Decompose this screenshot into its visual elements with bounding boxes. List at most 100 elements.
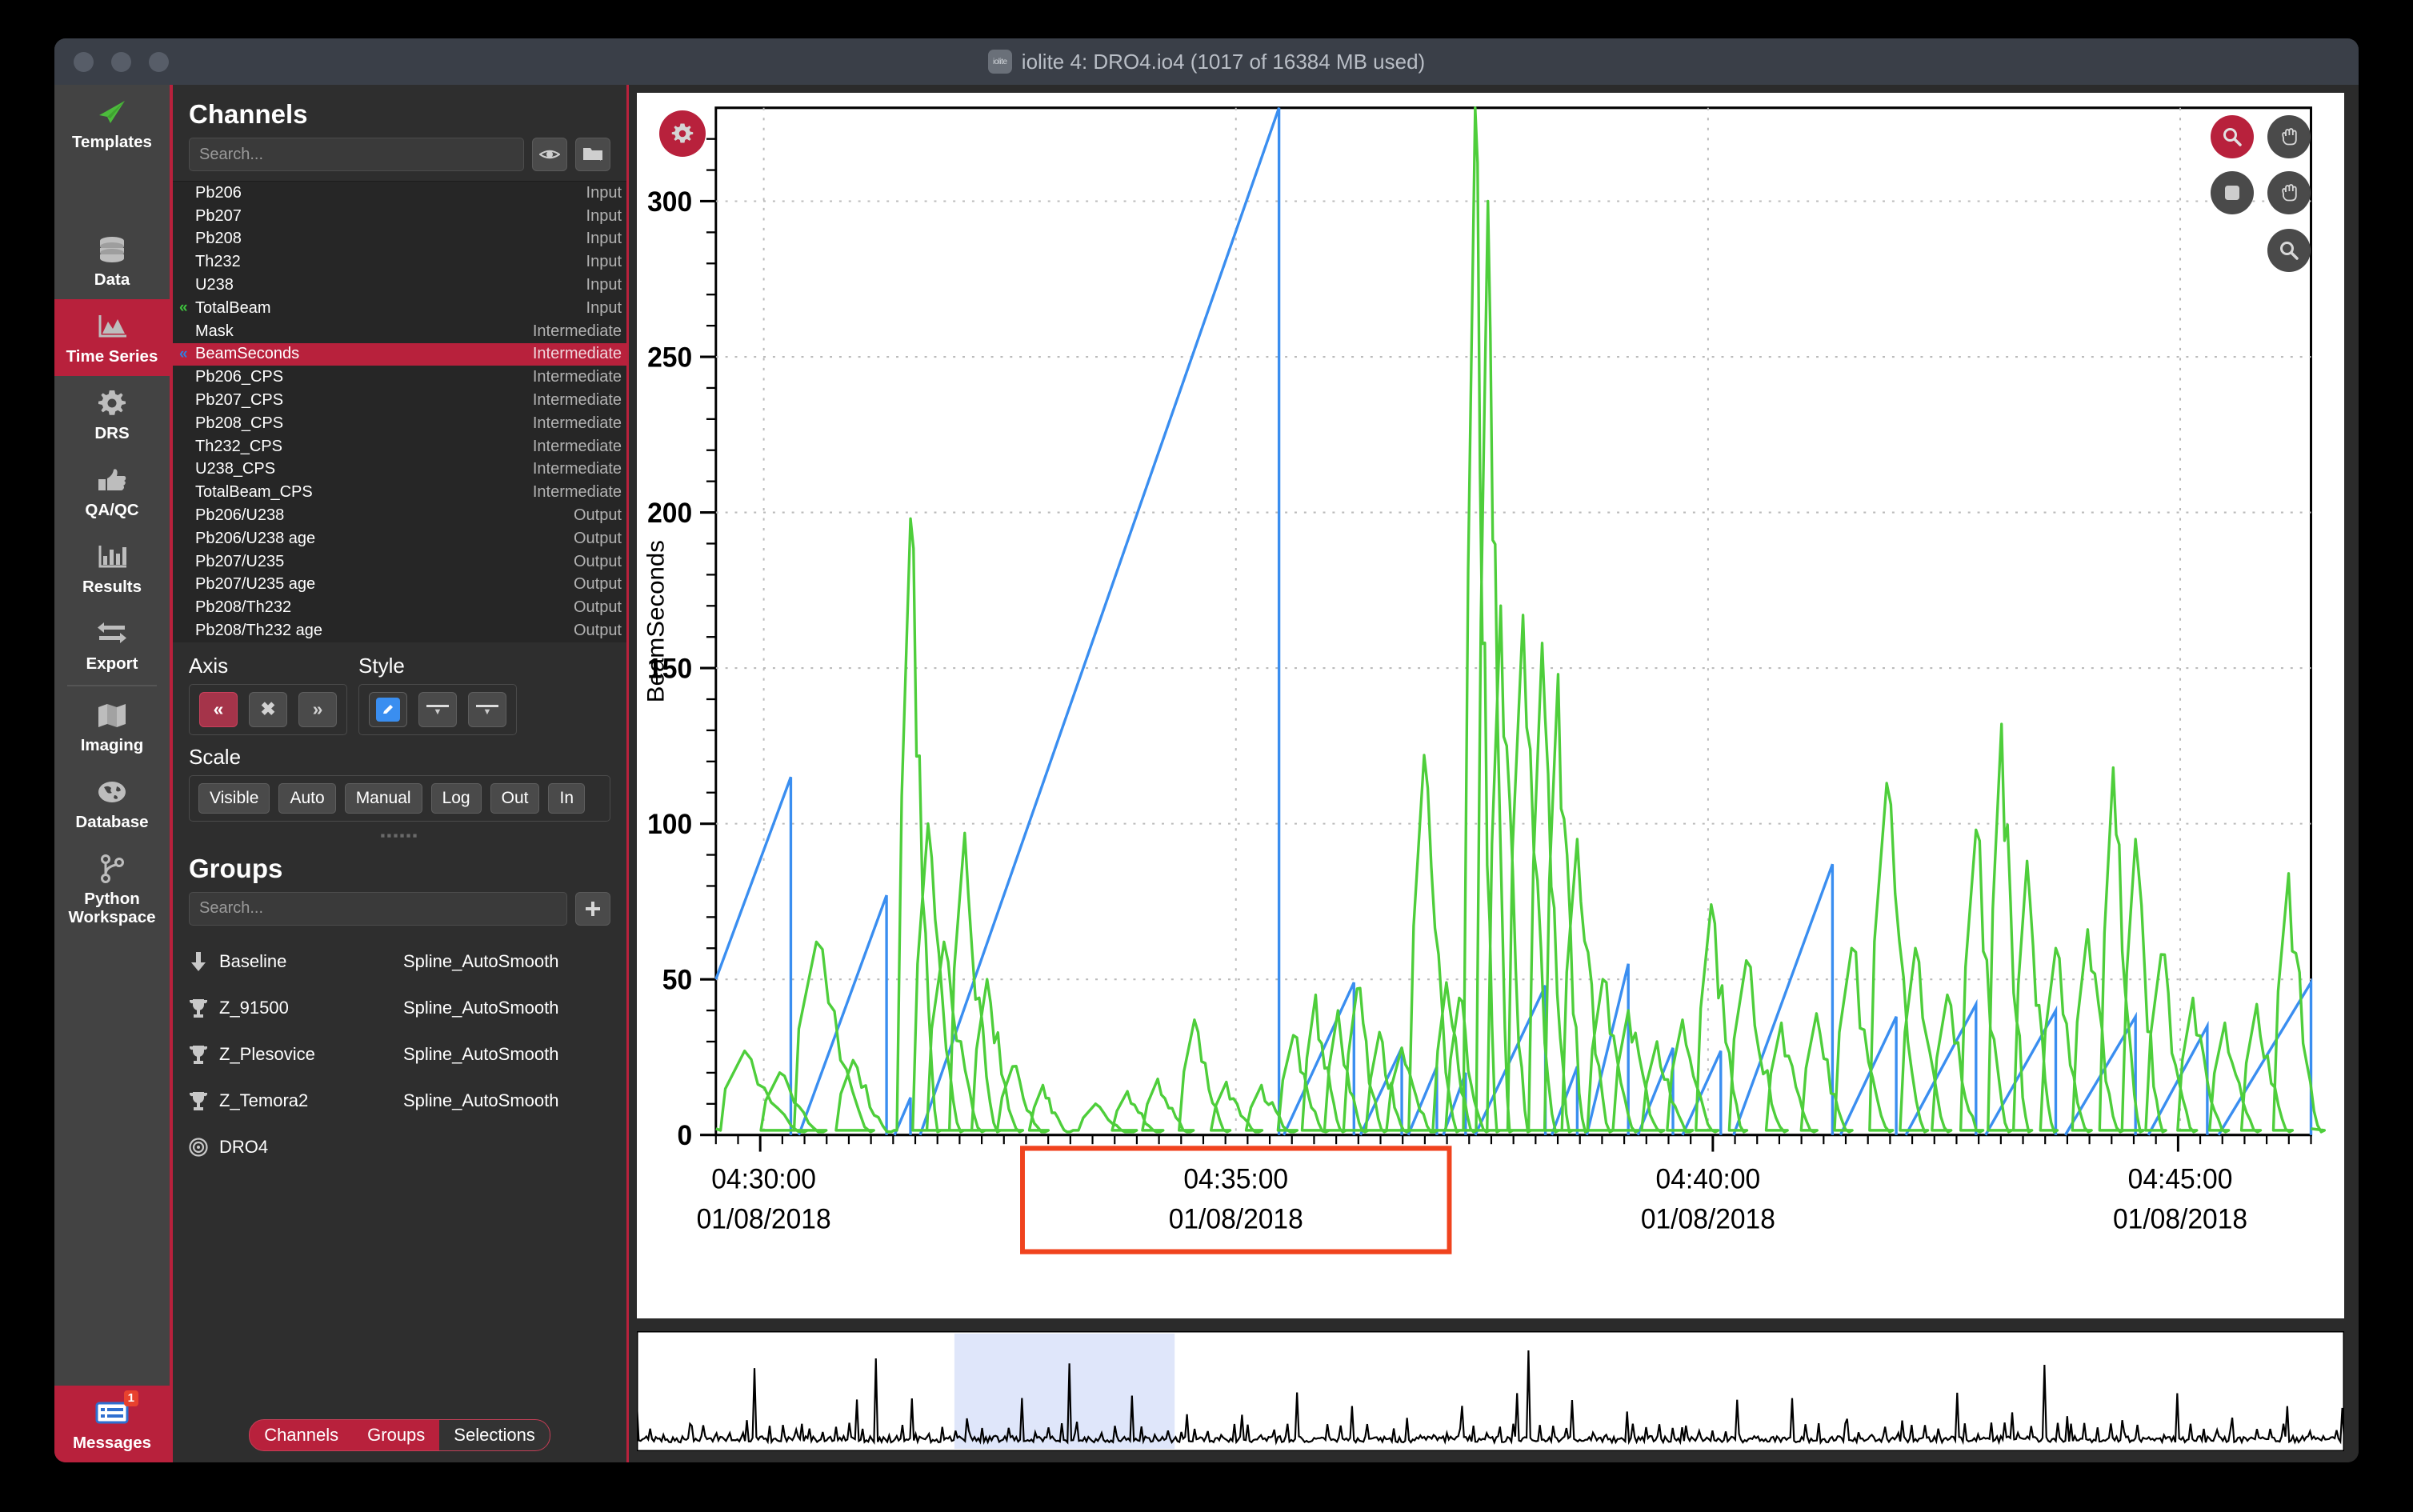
- channel-row[interactable]: Pb207/U235 age Output: [173, 574, 626, 597]
- sidebar-item-export[interactable]: Export: [54, 606, 170, 683]
- sidebar-item-templates[interactable]: Templates: [54, 85, 170, 162]
- message-count-badge: 1: [123, 1390, 138, 1407]
- plus-icon[interactable]: [575, 891, 610, 926]
- group-row[interactable]: Baseline Spline_AutoSmooth: [173, 938, 626, 985]
- group-row[interactable]: Z_Plesovice Spline_AutoSmooth: [173, 1031, 626, 1078]
- channel-row[interactable]: Pb206/U238 age Output: [173, 527, 626, 550]
- channel-name: Pb207: [195, 206, 242, 225]
- channel-visibility-marker: «: [179, 299, 188, 317]
- svg-text:BeamSeconds: BeamSeconds: [642, 540, 669, 702]
- eye-icon[interactable]: [532, 138, 567, 171]
- title-bar: iolite iolite 4: DRO4.io4 (1017 of 16384…: [54, 38, 2359, 85]
- channel-row[interactable]: Pb208/Th232 Output: [173, 596, 626, 619]
- pan-x-button[interactable]: [2267, 115, 2311, 158]
- channel-row[interactable]: Th232 Input: [173, 250, 626, 274]
- group-row[interactable]: Z_91500 Spline_AutoSmooth: [173, 985, 626, 1031]
- maximize-button[interactable]: [149, 51, 169, 72]
- tab-groups[interactable]: Groups: [353, 1420, 439, 1450]
- close-button[interactable]: [74, 51, 94, 72]
- channels-search-input[interactable]: [189, 138, 524, 171]
- groups-list[interactable]: Baseline Spline_AutoSmooth Z_91500 Spline_A…: [173, 935, 626, 1170]
- channel-row[interactable]: U238_CPS Intermediate: [173, 458, 626, 482]
- scale-manual-button[interactable]: Manual: [344, 782, 422, 814]
- sidebar-label: Results: [82, 577, 142, 596]
- channel-row[interactable]: TotalBeam_CPS Intermediate: [173, 481, 626, 504]
- channel-row[interactable]: Mask Intermediate: [173, 320, 626, 343]
- groups-search-input[interactable]: [189, 891, 567, 926]
- sidebar-label: DRS: [94, 423, 130, 442]
- channel-name: Pb208_CPS: [195, 414, 284, 432]
- svg-text:04:40:00: 04:40:00: [1656, 1164, 1761, 1195]
- channels-search-row: [173, 138, 626, 181]
- gear-icon: [94, 387, 130, 419]
- channel-name: Pb206: [195, 183, 242, 202]
- scale-auto-button[interactable]: Auto: [278, 782, 336, 814]
- panel-tabbar: Channels Groups Selections: [173, 1411, 626, 1462]
- zoom-y-button[interactable]: [2267, 229, 2311, 272]
- sidebar-item-drs[interactable]: DRS: [54, 376, 170, 453]
- channel-row[interactable]: Pb207/U235 Output: [173, 550, 626, 574]
- scale-in-button[interactable]: In: [548, 782, 585, 814]
- channel-row[interactable]: Pb207 Input: [173, 205, 626, 228]
- plot-settings-button[interactable]: [659, 110, 706, 157]
- sidebar-label: Python Workspace: [68, 889, 156, 926]
- channel-row[interactable]: Pb206/U238 Output: [173, 504, 626, 527]
- group-row[interactable]: DRO4: [173, 1124, 626, 1170]
- channel-row[interactable]: Pb206 Input: [173, 182, 626, 205]
- channel-row[interactable]: Pb206_CPS Intermediate: [173, 366, 626, 389]
- channel-type: Input: [586, 253, 622, 271]
- sidebar-item-qaqc[interactable]: QA/QC: [54, 453, 170, 530]
- time-series-plot[interactable]: 0 50 100 150 200 250 300 BeamSeconds 04:30:00 01/…: [637, 93, 2344, 1318]
- line-width-icon[interactable]: ▼: [468, 691, 506, 727]
- channel-row[interactable]: Pb208_CPS Intermediate: [173, 412, 626, 435]
- zoom-x-button[interactable]: [2211, 115, 2254, 158]
- scale-visible-button[interactable]: Visible: [198, 782, 270, 814]
- scale-log-button[interactable]: Log: [430, 782, 482, 814]
- plot-canvas[interactable]: 050100150200250300BeamSeconds04:30:0001/…: [637, 93, 2344, 1318]
- sidebar-item-time-series[interactable]: Time Series: [54, 298, 170, 376]
- channel-name: Th232: [195, 253, 241, 271]
- sidebar-item-data[interactable]: Data: [54, 222, 170, 299]
- axis-none-button[interactable]: ✖: [249, 691, 287, 727]
- channels-list[interactable]: Pb206 Input Pb207 Input Pb208 Input Th232 Input…: [173, 181, 626, 642]
- scale-out-button[interactable]: Out: [490, 782, 540, 814]
- group-row[interactable]: Z_Temora2 Spline_AutoSmooth: [173, 1078, 626, 1124]
- channel-row[interactable]: U238 Input: [173, 274, 626, 297]
- overview-canvas[interactable]: [637, 1331, 2344, 1451]
- svg-text:200: 200: [647, 498, 692, 529]
- group-name: Z_Plesovice: [219, 1043, 315, 1064]
- sidebar-item-database[interactable]: Database: [54, 765, 170, 842]
- group-name: Z_91500: [219, 997, 289, 1018]
- channel-name: Pb208/Th232: [195, 598, 292, 617]
- channel-row[interactable]: Pb208/Th232 age Output: [173, 619, 626, 642]
- folder-icon[interactable]: [575, 138, 610, 171]
- channel-row[interactable]: « TotalBeam Input: [173, 297, 626, 320]
- pencil-icon[interactable]: [369, 691, 407, 727]
- axis-right-button[interactable]: »: [298, 691, 337, 727]
- globe-icon: [94, 776, 130, 808]
- channel-name: Pb206/U238 age: [195, 529, 316, 547]
- minimize-button[interactable]: [111, 51, 131, 72]
- tab-selections[interactable]: Selections: [439, 1420, 550, 1450]
- channel-row[interactable]: « BeamSeconds Intermediate: [173, 342, 626, 366]
- pan-xy-button[interactable]: [2267, 171, 2311, 214]
- channels-title: Channels: [189, 99, 308, 129]
- sidebar-item-results[interactable]: Results: [54, 530, 170, 606]
- axis-left-button[interactable]: «: [199, 691, 238, 727]
- channel-type: Output: [573, 529, 622, 547]
- channel-row[interactable]: Pb207_CPS Intermediate: [173, 389, 626, 412]
- overview-navigator[interactable]: [637, 1331, 2344, 1451]
- channel-row[interactable]: Th232_CPS Intermediate: [173, 435, 626, 458]
- zoom-box-button[interactable]: [2211, 171, 2254, 214]
- panel-resize-handle[interactable]: ▪▪▪▪▪▪: [189, 822, 610, 847]
- line-solid-icon[interactable]: ▼: [418, 691, 457, 727]
- channel-row[interactable]: Pb208 Input: [173, 228, 626, 251]
- svg-text:01/08/2018: 01/08/2018: [1641, 1204, 1775, 1235]
- database-icon: [94, 234, 130, 266]
- sidebar-item-imaging[interactable]: Imaging: [54, 688, 170, 765]
- tab-channels[interactable]: Channels: [250, 1420, 353, 1450]
- sidebar-item-messages[interactable]: 1 Messages: [54, 1386, 170, 1462]
- sidebar-label: Templates: [72, 133, 152, 151]
- sidebar-item-python-workspace[interactable]: Python Workspace: [54, 842, 170, 937]
- nav-divider: [67, 684, 157, 686]
